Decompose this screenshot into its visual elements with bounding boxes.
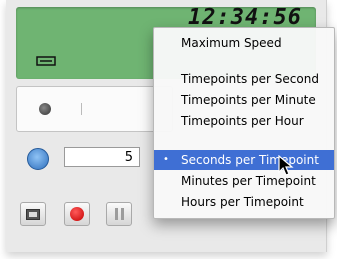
pause-button[interactable] [106,202,132,226]
rate-menu: Maximum Speed Timepoints per Second Time… [153,27,335,219]
menu-item-hours-per-timepoint[interactable]: Hours per Timepoint [154,192,334,212]
speed-dial[interactable] [16,86,173,132]
selected-bullet-icon: • [163,154,169,165]
mouse-cursor-icon [278,155,294,176]
menu-item-timepoints-per-minute[interactable]: Timepoints per Minute [154,90,334,110]
menu-item-label: Timepoints per Hour [181,114,304,128]
record-button[interactable] [64,202,90,226]
dial-tick [81,103,82,115]
menu-item-seconds-per-timepoint[interactable]: • Seconds per Timepoint [154,150,334,170]
compass-icon[interactable] [27,148,49,170]
menu-item-maximum-speed[interactable]: Maximum Speed [154,33,334,53]
record-icon [70,207,84,221]
menu-item-label: Hours per Timepoint [181,195,304,209]
menu-item-label: Maximum Speed [181,36,282,50]
step-value-field[interactable]: 5 [64,147,140,167]
menu-item-label: Timepoints per Minute [181,93,316,107]
device-icon [36,56,56,66]
dial-knob[interactable] [39,103,51,115]
camera-button[interactable] [20,202,46,226]
menu-item-timepoints-per-hour[interactable]: Timepoints per Hour [154,111,334,131]
menu-item-timepoints-per-second[interactable]: Timepoints per Second [154,69,334,89]
pause-icon [115,208,118,220]
menu-item-minutes-per-timepoint[interactable]: Minutes per Timepoint [154,171,334,191]
menu-item-label: Seconds per Timepoint [181,153,319,167]
menu-item-label: Timepoints per Second [181,72,319,86]
menu-item-label: Minutes per Timepoint [181,174,316,188]
film-icon [26,209,40,220]
